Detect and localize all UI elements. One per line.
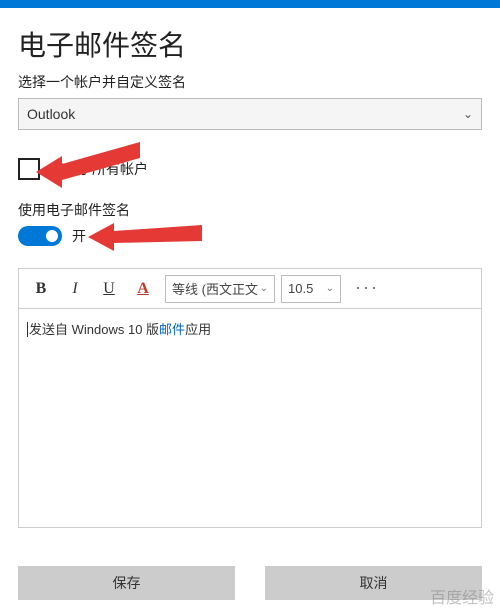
signature-toggle-row: 开 (18, 226, 482, 246)
underline-button[interactable]: U (93, 273, 125, 305)
account-select-value: Outlook (27, 106, 75, 122)
bold-button[interactable]: B (25, 273, 57, 305)
editor-text-suffix: 应用 (185, 322, 211, 337)
signature-toggle[interactable] (18, 226, 62, 246)
font-family-value: 等线 (西文正文 (172, 279, 258, 298)
account-select[interactable]: Outlook ⌄ (18, 98, 482, 130)
signature-toggle-state: 开 (72, 226, 86, 246)
font-size-select[interactable]: 10.5 ⌄ (281, 275, 341, 303)
apply-all-label: 应用于所有帐户 (50, 159, 148, 179)
italic-button[interactable]: I (59, 273, 91, 305)
font-family-select[interactable]: 等线 (西文正文 ⌄ (165, 275, 275, 303)
editor-link[interactable]: 邮件 (159, 322, 185, 337)
chevron-down-icon: ⌄ (260, 283, 268, 294)
font-color-button[interactable]: A (127, 273, 159, 305)
editor-toolbar: B I U A 等线 (西文正文 ⌄ 10.5 ⌄ ··· (18, 268, 482, 308)
page-title: 电子邮件签名 (18, 24, 482, 64)
dialog-buttons: 保存 取消 (18, 566, 482, 600)
toggle-knob (46, 230, 58, 242)
chevron-down-icon: ⌄ (463, 107, 473, 121)
apply-all-row: 应用于所有帐户 (18, 158, 482, 180)
cancel-button[interactable]: 取消 (265, 566, 482, 600)
more-options-button[interactable]: ··· (351, 273, 383, 305)
signature-section-label: 使用电子邮件签名 (18, 200, 482, 220)
font-size-value: 10.5 (288, 281, 313, 296)
signature-editor: B I U A 等线 (西文正文 ⌄ 10.5 ⌄ ··· 发送自 Window… (18, 268, 482, 528)
page-subtitle: 选择一个帐户并自定义签名 (18, 72, 482, 92)
editor-text-prefix: 发送自 Windows 10 版 (29, 322, 159, 337)
apply-all-checkbox[interactable] (18, 158, 40, 180)
chevron-down-icon: ⌄ (326, 283, 334, 294)
window-topbar (0, 0, 500, 8)
text-cursor (27, 322, 28, 337)
settings-panel: 电子邮件签名 选择一个帐户并自定义签名 Outlook ⌄ 应用于所有帐户 使用… (0, 8, 500, 528)
editor-textarea[interactable]: 发送自 Windows 10 版邮件应用 (18, 308, 482, 528)
save-button[interactable]: 保存 (18, 566, 235, 600)
